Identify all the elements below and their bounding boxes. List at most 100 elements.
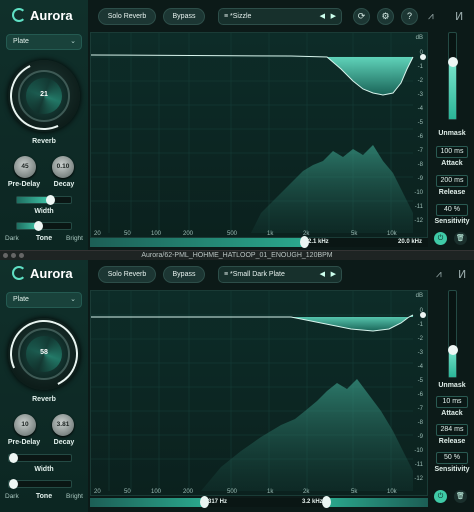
freq-tick: 500 <box>227 231 238 237</box>
range-low-value: 317 Hz <box>208 499 228 505</box>
db-tick: -1 <box>417 322 423 328</box>
unmask-slider[interactable] <box>448 32 458 120</box>
sensitivity-label: Sensitivity <box>434 466 470 473</box>
release-field[interactable]: 284 ms <box>436 424 468 436</box>
aurora-logo-icon <box>12 8 26 22</box>
decay-knob[interactable]: 3.81 <box>52 414 74 436</box>
trash-icon[interactable]: 🗑 <box>454 490 467 503</box>
power-icon[interactable]: ⏻ <box>434 490 447 503</box>
bypass-button[interactable]: Bypass <box>163 8 205 25</box>
db-unit-label: dB <box>415 293 423 299</box>
db-tick: -7 <box>417 148 423 154</box>
db-tick: -6 <box>417 134 423 140</box>
unmask-thumb[interactable] <box>448 57 458 67</box>
width-label: Width <box>34 208 54 215</box>
db-tick: -5 <box>417 378 423 384</box>
reverb-knob[interactable]: 21 <box>0 52 88 140</box>
db-tick: -7 <box>417 406 423 412</box>
freq-tick: 2k <box>303 489 310 495</box>
db-unit-label: dB <box>415 35 423 41</box>
decay-label: Decay <box>53 181 75 188</box>
unmask-region <box>327 57 413 95</box>
db-tick: -4 <box>417 364 423 370</box>
range-high-handle[interactable] <box>322 496 331 508</box>
sensitivity-field[interactable]: 50 % <box>436 452 468 464</box>
freq-tick: 500 <box>227 489 238 495</box>
predelay-label: Pre-Delay <box>7 181 41 188</box>
range-fill-high <box>326 498 428 507</box>
arrow-right-icon[interactable]: ▶ <box>331 9 336 24</box>
decay-label: Decay <box>53 439 75 446</box>
izotope-logo-icon: ⩘ <box>428 11 434 22</box>
arrow-left-icon[interactable]: ◀ <box>320 9 325 24</box>
solo-reverb-button[interactable]: Solo Reverb <box>98 8 156 25</box>
db-tick: -6 <box>417 392 423 398</box>
question-icon[interactable]: ? <box>401 8 418 25</box>
width-label: Width <box>34 466 54 473</box>
tone-slider[interactable] <box>16 221 72 231</box>
spectrum-svg <box>91 33 426 233</box>
preset-name: *Small Dark Plate <box>230 271 285 278</box>
arrow-left-icon[interactable]: ◀ <box>320 267 325 282</box>
arrow-right-icon[interactable]: ▶ <box>331 267 336 282</box>
chevron-down-icon: ⌄ <box>70 296 76 303</box>
preset-selector[interactable]: ≡ *Small Dark Plate ◀ ▶ <box>218 266 342 283</box>
frequency-range-bar[interactable]: 2.1 kHz 20.0 kHz <box>90 236 428 248</box>
chevron-down-icon: ⌄ <box>70 38 76 45</box>
freq-tick: 20 <box>94 231 101 237</box>
aurora-instance-top: Aurora Plate ⌄ 21 Reverb 45 0.10 Pre-Dela… <box>0 0 474 254</box>
gear-icon[interactable]: ⚙ <box>377 8 394 25</box>
db-tick: -11 <box>414 462 423 468</box>
unmask-label: Unmask <box>438 382 466 389</box>
range-high-value: 20.0 kHz <box>398 239 423 245</box>
solo-reverb-button[interactable]: Solo Reverb <box>98 266 156 283</box>
db-tick: -2 <box>417 336 423 342</box>
preset-selector[interactable]: ≡ *Sizzle ◀ ▶ <box>218 8 342 25</box>
logo-text: Aurora <box>30 7 73 23</box>
unmask-slider[interactable] <box>448 290 458 378</box>
tone-slider[interactable] <box>8 479 72 489</box>
trash-icon[interactable]: 🗑 <box>454 232 467 245</box>
spectrum-graph[interactable]: dB 0 -1 -2 -3 -4 -5 -6 -7 -8 -9 -10 -11 … <box>90 290 428 496</box>
n-logo-icon: Ͷ <box>458 269 467 281</box>
attack-field[interactable]: 100 ms <box>436 146 468 158</box>
reset-icon[interactable]: ⟳ <box>353 8 370 25</box>
width-slider[interactable] <box>16 195 72 205</box>
release-label: Release <box>438 438 466 445</box>
db-tick: -3 <box>417 92 423 98</box>
window-titlebar: Aurora/62-PML_HOHME_HATLOOP_01_ENOUGH_12… <box>0 250 474 260</box>
predelay-knob[interactable]: 10 <box>14 414 36 436</box>
power-icon[interactable]: ⏻ <box>434 232 447 245</box>
db-tick: 0 <box>419 50 423 56</box>
range-low-value: 2.1 kHz <box>308 239 329 245</box>
decay-knob[interactable]: 0.10 <box>52 156 74 178</box>
tone-thumb[interactable] <box>9 479 18 489</box>
width-thumb[interactable] <box>9 453 18 463</box>
db-tick: -3 <box>417 350 423 356</box>
sensitivity-field[interactable]: 40 % <box>436 204 468 216</box>
preset-name: *Sizzle <box>230 13 252 20</box>
freq-tick: 10k <box>387 489 397 495</box>
width-slider[interactable] <box>8 453 72 463</box>
reverb-label: Reverb <box>32 396 56 403</box>
predelay-knob[interactable]: 45 <box>14 156 36 178</box>
bypass-button[interactable]: Bypass <box>163 266 205 283</box>
frequency-range-bar[interactable]: 317 Hz 3.2 kHz <box>90 496 428 508</box>
attack-field[interactable]: 10 ms <box>436 396 468 408</box>
reverb-type-dropdown[interactable]: Plate ⌄ <box>6 292 82 308</box>
tone-thumb[interactable] <box>34 221 44 231</box>
reverb-type-dropdown[interactable]: Plate ⌄ <box>6 34 82 50</box>
db-tick: -12 <box>414 218 423 224</box>
reverb-type-value: Plate <box>13 38 29 45</box>
release-field[interactable]: 200 ms <box>436 175 468 187</box>
db-tick: -1 <box>417 64 423 70</box>
tone-bright-label: Bright <box>66 493 83 500</box>
db-tick: -10 <box>414 448 423 454</box>
db-tick: -10 <box>414 190 423 196</box>
reverb-knob[interactable]: 58 <box>0 310 88 398</box>
db-tick: -4 <box>417 106 423 112</box>
aurora-logo: Aurora <box>12 6 73 24</box>
spectrum-graph[interactable]: dB 0 -1 -2 -3 -4 -5 -6 -7 -8 -9 -10 -11 … <box>90 32 428 238</box>
unmask-thumb[interactable] <box>448 345 458 355</box>
width-thumb[interactable] <box>45 195 55 205</box>
